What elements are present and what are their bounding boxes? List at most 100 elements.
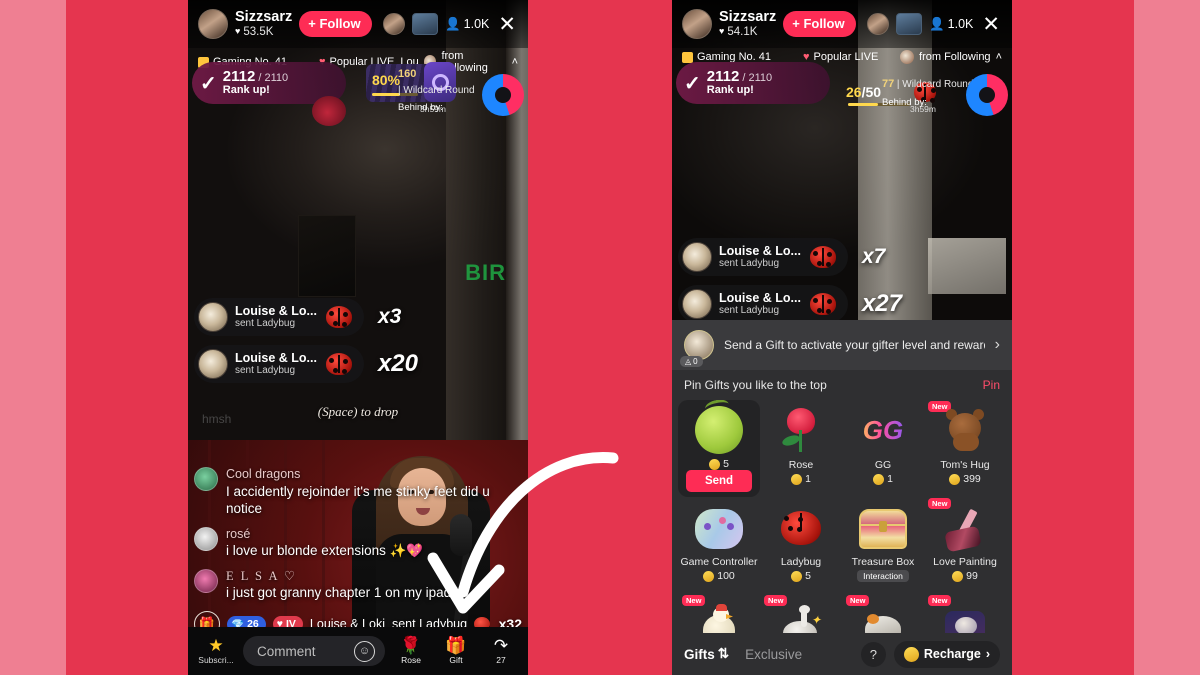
gift-notification[interactable]: Louise & Lo... sent Ladybug x3	[194, 298, 401, 336]
host-info: Sizzsarz ♥ 54.1K	[719, 8, 777, 38]
background-band-middle	[528, 0, 672, 675]
gift-item-love-painting[interactable]: New Love Painting 99	[924, 497, 1006, 594]
commenter-avatar	[194, 568, 218, 593]
close-icon[interactable]: ✕	[980, 14, 1002, 35]
gift-action-text: sent Ladybug	[235, 365, 296, 377]
gift-name: Rose	[788, 459, 814, 471]
host-name: Sizzsarz	[719, 8, 777, 25]
bear-gift-icon	[939, 406, 991, 456]
bottom-action-bar: ★ Subscri... Comment ☺ 🌹 Rose 🎁 Gift ↷ 2…	[188, 627, 528, 675]
treasure-chest-gift-icon	[857, 503, 909, 553]
round-label: | Wildcard Round	[896, 79, 974, 90]
pin-button[interactable]: Pin	[983, 378, 1000, 392]
gift-price: 1	[873, 473, 893, 485]
emoji-picker-icon[interactable]: ☺	[354, 640, 375, 662]
gift-item-night[interactable]: New	[924, 594, 1006, 633]
subscribe-label: Subscri...	[198, 655, 234, 665]
gifter-name: Louise & Lo...	[235, 351, 317, 366]
tab-exclusive[interactable]: Exclusive	[745, 647, 802, 662]
stream-header-right: Sizzsarz ♥ 54.1K + Follow 👤 1.0K ✕	[672, 0, 1012, 48]
gift-item-treasure-box[interactable]: Treasure Box Interaction	[842, 497, 924, 594]
follower-avatar-icon	[900, 50, 915, 64]
chevron-up-icon[interactable]: ˄	[996, 51, 1002, 63]
tab-gifts[interactable]: Gifts ⇅	[684, 646, 729, 662]
gift-icon: 🎁	[445, 636, 467, 656]
gift-item-rose[interactable]: Rose 1	[760, 400, 842, 497]
comment-item[interactable]: Cool dragons I accidently rejoinder it's…	[194, 466, 522, 518]
gift-notification[interactable]: Louise & Lo... sent Ladybug x27	[678, 285, 902, 323]
commenter-name: rosé	[226, 526, 251, 541]
leaderboard-thumbnail-icon[interactable]	[412, 13, 439, 35]
task-banner-left: Gaming No. 41 ♥ Popular LIVE Lou from Fo…	[188, 48, 528, 126]
commenter-avatar	[194, 526, 218, 551]
gift-item-ladybug[interactable]: Ladybug 5	[760, 497, 842, 594]
person-icon: 👤	[445, 16, 461, 31]
gift-notification[interactable]: Louise & Lo... sent Ladybug x7	[678, 238, 885, 276]
ladybug-gift-icon	[809, 246, 836, 268]
host-avatar[interactable]	[682, 9, 712, 39]
comment-item[interactable]: rosé i love ur blonde extensions ✨💖	[194, 526, 522, 560]
heart-icon: ♥	[235, 25, 241, 36]
chevron-right-icon[interactable]: ›	[995, 336, 1000, 354]
gift-multiplier: x20	[377, 350, 418, 377]
gift-item-gg[interactable]: GG GG 1	[842, 400, 924, 497]
rank-progress-pill[interactable]: ✓ 2112 / 2110 Rank up!	[676, 62, 830, 104]
host-avatar[interactable]	[198, 9, 228, 39]
night-gift-icon	[939, 600, 991, 633]
host-name: Sizzsarz	[235, 8, 293, 25]
comment-feed[interactable]: Cool dragons I accidently rejoinder it's…	[194, 466, 522, 611]
gift-name: Treasure Box	[851, 556, 915, 568]
rank-numbers: 2112 / 2110 Rank up!	[222, 68, 289, 97]
game-hint-text: (Space) to drop	[317, 404, 399, 419]
gift-item-toms-hug[interactable]: New Tom's Hug 399	[924, 400, 1006, 497]
leaderboard-thumbnail-icon[interactable]	[896, 13, 923, 35]
battle-donut-chart	[966, 74, 1008, 116]
coin-amount: 77	[882, 78, 895, 90]
gift-action-text: sent Ladybug	[719, 258, 780, 270]
gift-item-game-controller[interactable]: Game Controller 100	[678, 497, 760, 594]
from-following-label[interactable]: from Following ˄	[900, 50, 1002, 64]
comment-text: I accidently rejoinder it's me stinky fe…	[226, 483, 490, 517]
viewer-count: 👤 1.0K	[929, 16, 974, 32]
melon-gift-icon	[693, 406, 745, 456]
subscribe-button[interactable]: ★ Subscri...	[196, 637, 236, 665]
gift-item-goose[interactable]: New ✦	[760, 594, 842, 633]
rose-icon: 🌹	[400, 636, 422, 656]
recharge-button[interactable]: Recharge ›	[893, 640, 1000, 668]
header-right-cluster: 👤 1.0K ✕	[867, 13, 1002, 35]
gift-notification[interactable]: Louise & Lo... sent Ladybug x20	[194, 345, 418, 383]
coin-icon	[791, 473, 803, 485]
comment-input[interactable]: Comment ☺	[243, 636, 385, 666]
gift-item-chicken[interactable]: New	[678, 594, 760, 633]
rose-gift-button[interactable]: 🌹 Rose	[392, 637, 430, 665]
scene-sign-text: BIR	[465, 260, 506, 285]
chicken-gift-icon	[693, 600, 745, 633]
gift-name: Love Painting	[933, 556, 997, 568]
send-gift-button[interactable]: Send	[686, 470, 752, 492]
comment-item[interactable]: E L S A ♡ i just got granny chapter 1 on…	[194, 568, 522, 602]
commenter-avatar	[194, 466, 218, 491]
popular-live-label: ♥ Popular LIVE	[802, 51, 879, 63]
gift-button[interactable]: 🎁 Gift	[437, 637, 475, 665]
gifter-level-promo[interactable]: ◬ 0 Send a Gift to activate your gifter …	[672, 320, 1012, 370]
person-icon: 👤	[929, 16, 945, 31]
gift-item-melon[interactable]: 5 Send	[678, 400, 760, 497]
pin-gifts-text: Pin Gifts you like to the top	[684, 378, 827, 392]
footer-right-cluster: ? Recharge ›	[860, 640, 1000, 668]
goose-gift-icon: ✦	[775, 600, 827, 633]
close-icon[interactable]: ✕	[496, 14, 518, 35]
follow-button[interactable]: + Follow	[783, 11, 856, 37]
gift-item-rock[interactable]: New	[842, 594, 924, 633]
coin-icon	[703, 570, 715, 582]
gifter-promo-text: Send a Gift to activate your gifter leve…	[724, 338, 985, 352]
gift-grid: 5 Send Rose 1 GG GG 1 New Tom's Hug 399 …	[672, 400, 1012, 633]
coin-icon	[791, 570, 803, 582]
coin-icon	[873, 473, 885, 485]
gifter-avatar	[198, 302, 228, 332]
follow-button[interactable]: + Follow	[299, 11, 372, 37]
question-mark-icon[interactable]: ?	[860, 641, 886, 667]
gift-name: Game Controller	[680, 556, 758, 568]
share-button[interactable]: ↷ 27	[482, 637, 520, 665]
ranking-avatar-icon[interactable]	[383, 13, 406, 35]
ranking-avatar-icon[interactable]	[867, 13, 890, 35]
